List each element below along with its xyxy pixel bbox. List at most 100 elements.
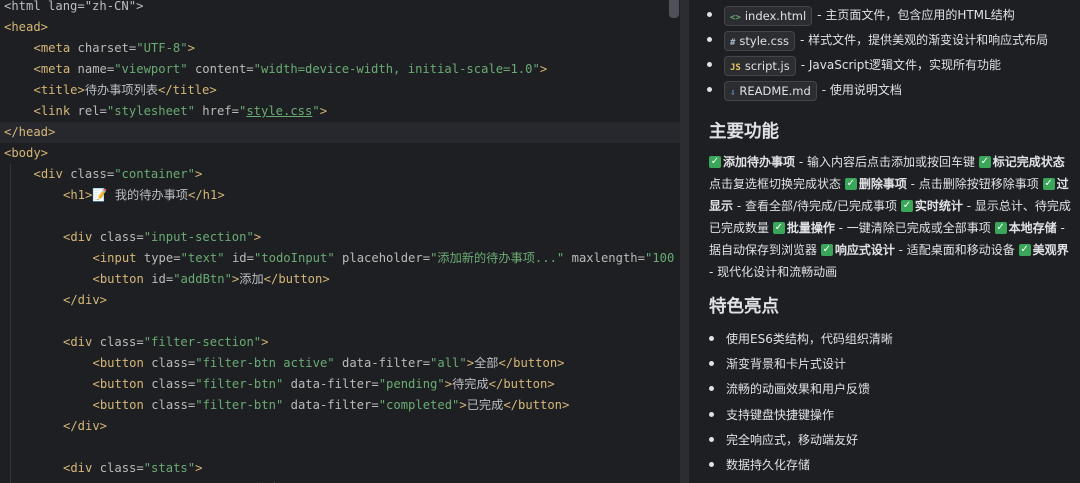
pane-divider[interactable]: [680, 0, 689, 483]
code-token: "pending": [378, 377, 445, 391]
code-token: class=: [151, 398, 196, 412]
code-token: content=: [194, 62, 254, 76]
code-token: 全部: [474, 356, 499, 370]
file-name: index.html: [744, 8, 807, 23]
code-token: class=: [99, 230, 144, 244]
code-token: 待完成: [452, 377, 489, 391]
bullet-icon: [709, 386, 714, 392]
code-line[interactable]: <title>待办事项列表</title>: [0, 80, 680, 101]
code-line[interactable]: [0, 311, 680, 332]
code-token: id=: [151, 272, 174, 286]
code-token: >: [459, 398, 467, 412]
code-line[interactable]: <head>: [0, 17, 680, 38]
feature-title: 过: [1056, 177, 1069, 191]
code-token: <button: [92, 377, 152, 391]
code-token: "filter-btn active": [195, 356, 342, 370]
feature-text: -: [1056, 221, 1065, 235]
feature-title: 添加待办事项: [723, 155, 796, 169]
code-line[interactable]: <button class="filter-btn" data-filter="…: [0, 374, 680, 395]
feature-title: 响应式设计: [834, 243, 895, 257]
code-line[interactable]: </div>: [0, 416, 680, 437]
code-token: class=: [70, 167, 115, 181]
feature-text: - 输入内容后点击添加或按回车键: [795, 155, 979, 169]
code-line[interactable]: <div class="container">: [0, 164, 680, 185]
code-token: 添加: [239, 272, 264, 286]
bullet-icon: [709, 336, 714, 341]
features-line: 点击复选框切换完成状态 ✓ 删除事项 - 点击删除按钮移除事项 ✓ 过: [709, 173, 1069, 196]
file-list-item: # style.css - 样式文件，提供美观的渐变设计和响应式布局: [707, 29, 1048, 51]
code-token: </title>: [158, 83, 217, 97]
code-token: <title>: [33, 83, 85, 97]
code-line[interactable]: <body>: [0, 143, 680, 164]
features-line: 据自动保存到浏览器 ✓ 响应式设计 - 适配桌面和移动设备 ✓ 美观界: [709, 239, 1069, 262]
code-token: "all": [430, 356, 467, 370]
file-name-chip[interactable]: JS script.js: [724, 55, 796, 76]
code-line[interactable]: <html lang="zh-CN">: [0, 0, 680, 17]
code-line[interactable]: <meta name="viewport" content="width=dev…: [0, 59, 680, 80]
code-line[interactable]: <link rel="stylesheet" href="style.css">: [0, 101, 680, 122]
code-token: >: [319, 104, 328, 118]
code-token: "filter-btn": [195, 377, 291, 391]
code-token: <div: [63, 335, 100, 349]
code-token: >: [187, 41, 195, 55]
code-token: name=: [77, 62, 115, 76]
bullet-icon: [707, 12, 712, 17]
code-line[interactable]: <button id="addBtn">添加</button>: [0, 269, 680, 290]
code-line[interactable]: <meta charset="UTF-8">: [0, 38, 680, 59]
code-token: </div>: [63, 419, 108, 433]
file-name-chip[interactable]: # style.css: [724, 30, 795, 51]
file-name: style.css: [739, 33, 789, 48]
code-token: data-filter=: [290, 377, 379, 391]
code-token: <meta: [33, 41, 78, 55]
bullet-icon: [709, 436, 714, 442]
feature-text: - 适配桌面和移动设备: [894, 243, 1019, 257]
file-name-chip[interactable]: ⇩ README.md: [724, 80, 817, 101]
code-line[interactable]: <div class="stats">: [0, 458, 680, 479]
highlight-item: 使用ES6类结构，代码组织清晰: [709, 328, 893, 350]
highlight-text: 使用ES6类结构，代码组织清晰: [726, 332, 893, 346]
code-token: "width=device-width, initial-scale=1.0": [253, 62, 540, 76]
code-line[interactable]: <div class="input-section">: [0, 227, 680, 248]
code-line[interactable]: <button class="filter-btn" data-filter="…: [0, 395, 680, 416]
file-name: script.js: [744, 58, 790, 73]
file-name-chip[interactable]: <> index.html: [724, 5, 813, 26]
code-token: <input: [92, 251, 144, 265]
code-token: class=: [151, 377, 196, 391]
code-line[interactable]: <span id="totalCount">总计: 0</span>: [0, 479, 680, 483]
code-token: <meta: [33, 62, 78, 76]
code-line[interactable]: <h1>📝 我的待办事项</h1>: [0, 185, 680, 206]
indent-guide: [10, 164, 11, 483]
code-line[interactable]: [0, 206, 680, 227]
code-token: "text": [180, 251, 232, 265]
file-name: README.md: [739, 83, 811, 98]
highlight-text: 渐变背景和卡片式设计: [726, 357, 847, 372]
features-line: - 现代化设计和流畅动画: [709, 261, 837, 284]
file-description: - 样式文件，提供美观的渐变设计和响应式布局: [799, 33, 1049, 47]
code-token: <div: [33, 167, 71, 181]
highlights-heading: 特色亮点: [709, 297, 779, 317]
highlight-text: 流畅的动画效果和用户反馈: [726, 382, 871, 397]
code-token: 📝 我的待办事项: [92, 188, 188, 202]
code-token: <html lang="zh-CN">: [4, 0, 144, 13]
code-token: ": [312, 104, 320, 118]
highlight-text: 数据持久化存储: [726, 458, 811, 472]
check-mark-icon: ✓: [709, 155, 721, 168]
editor-scrollbar-thumb[interactable]: [669, 0, 679, 18]
code-token: >: [195, 461, 203, 475]
file-list-item: <> index.html - 主页面文件，包含应用的HTML结构: [707, 4, 1015, 26]
code-line[interactable]: </head>: [0, 122, 680, 143]
highlight-item: 渐变背景和卡片式设计: [709, 353, 846, 375]
check-mark-icon: ✓: [994, 221, 1007, 234]
code-editor[interactable]: <html lang="zh-CN"> <head> <meta charset="…: [0, 0, 680, 483]
highlight-item: 流畅的动画效果和用户反馈: [709, 378, 870, 400]
check-mark-icon: ✓: [820, 243, 833, 256]
markdown-preview: <> index.html - 主页面文件，包含应用的HTML结构 # style.cs…: [689, 0, 1080, 483]
code-line[interactable]: </div>: [0, 290, 680, 311]
check-mark-icon: ✓: [978, 155, 991, 168]
code-line[interactable]: [0, 437, 680, 458]
code-token: <h1>: [63, 188, 93, 202]
code-token: <body>: [4, 146, 49, 160]
code-line[interactable]: <input type="text" id="todoInput" placeh…: [0, 248, 680, 269]
code-line[interactable]: <div class="filter-section">: [0, 332, 680, 353]
code-line[interactable]: <button class="filter-btn active" data-f…: [0, 353, 680, 374]
